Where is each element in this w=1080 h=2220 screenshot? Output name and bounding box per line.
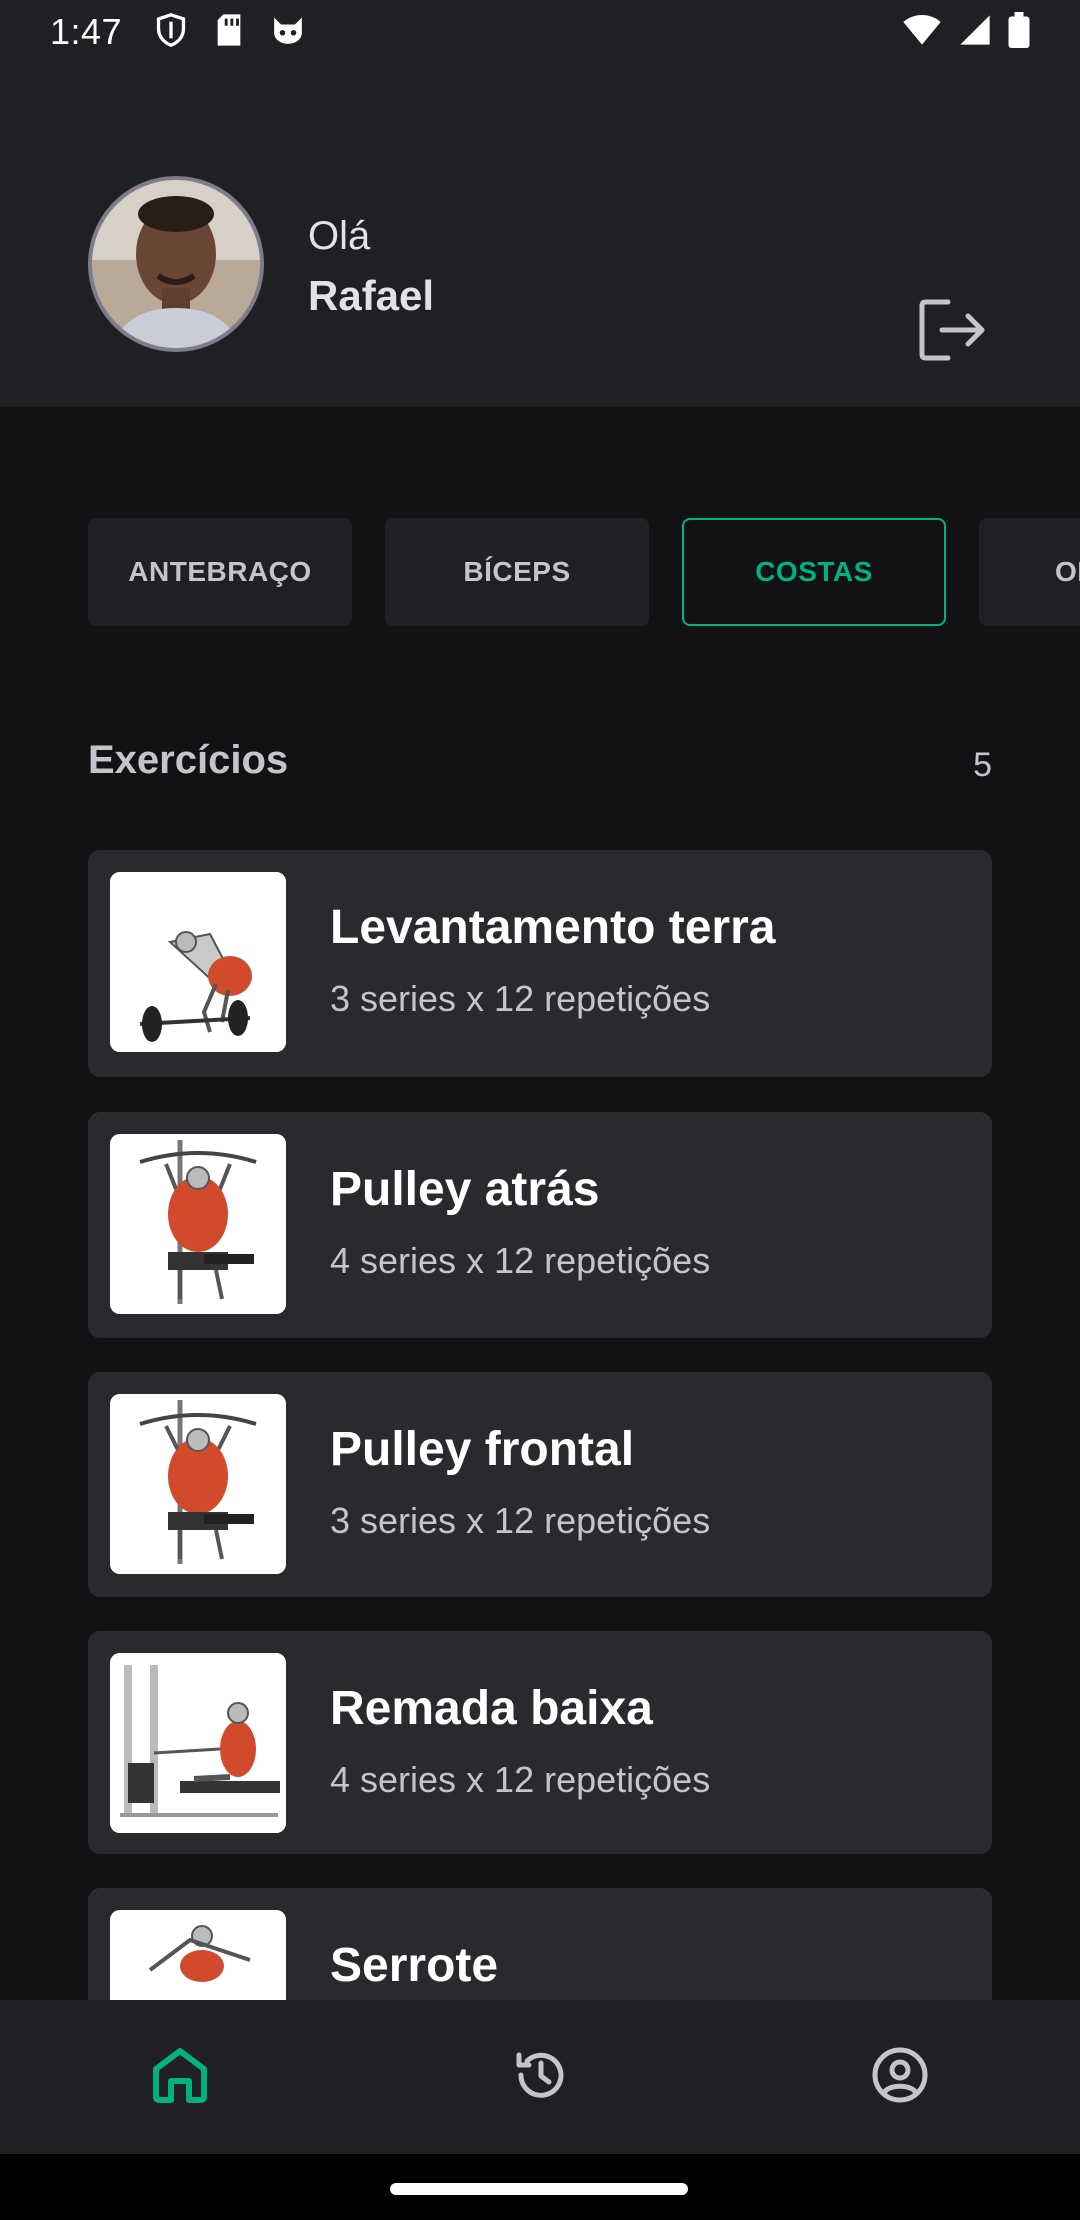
exercise-card[interactable]: Pulley frontal 3 series x 12 repetições: [88, 1372, 992, 1597]
chip-costas[interactable]: COSTAS: [682, 518, 946, 626]
signal-icon: [958, 14, 992, 51]
wifi-icon: [902, 14, 942, 51]
home-icon: [151, 2047, 209, 2108]
exercise-details: 3 series x 12 repetições: [330, 1500, 711, 1541]
status-bar: 1:47: [0, 0, 1080, 64]
exercise-details: 4 series x 12 repetições: [330, 1240, 711, 1281]
bottom-nav: [0, 2000, 1080, 2154]
nav-profile[interactable]: [720, 2000, 1080, 2154]
battery-icon: [1008, 11, 1030, 53]
avatar[interactable]: [88, 176, 264, 352]
chip-ombros[interactable]: OMBROS: [979, 518, 1080, 626]
muscle-group-filter: ANTEBRAÇO BÍCEPS COSTAS OMBROS: [88, 518, 1080, 626]
exercise-card[interactable]: Remada baixa 4 series x 12 repetições: [88, 1631, 992, 1854]
exercise-details: 4 series x 12 repetições: [330, 1759, 711, 1800]
history-icon: [511, 2047, 569, 2108]
sd-card-icon: [214, 13, 244, 52]
exercise-name: Levantamento terra: [330, 901, 776, 954]
exercise-thumbnail: [110, 1134, 286, 1314]
profile-header: Olá Rafael: [0, 64, 1080, 407]
section-title: Exercícios: [88, 738, 289, 782]
home-indicator[interactable]: [390, 2183, 688, 2195]
exercise-name: Pulley atrás: [330, 1163, 600, 1216]
exercise-details: 3 series x 12 repetições: [330, 978, 711, 1019]
exercise-thumbnail: [110, 1653, 286, 1833]
profile-icon: [871, 2046, 929, 2109]
user-name: Rafael: [308, 272, 435, 319]
chip-antebraco[interactable]: ANTEBRAÇO: [88, 518, 352, 626]
nav-history[interactable]: [360, 2000, 720, 2154]
cat-face-icon: [270, 13, 306, 52]
chip-biceps[interactable]: BÍCEPS: [385, 518, 649, 626]
status-time: 1:47: [50, 11, 123, 52]
exercise-count: 5: [973, 746, 992, 784]
logout-icon: [918, 298, 988, 367]
shield-icon: [154, 12, 188, 53]
exercise-card[interactable]: Pulley atrás 4 series x 12 repetições: [88, 1112, 992, 1338]
exercise-card[interactable]: Levantamento terra 3 series x 12 repetiç…: [88, 850, 992, 1077]
logout-button[interactable]: [910, 289, 996, 375]
app-screen: 1:47 Olá Rafael ANTEBRAÇO BÍCEPS COSTAS …: [0, 0, 1080, 2220]
exercise-name: Remada baixa: [330, 1682, 653, 1735]
greeting-text: Olá: [308, 214, 371, 258]
nav-home[interactable]: [0, 2000, 360, 2154]
exercise-name: Serrote: [330, 1939, 499, 1992]
exercise-thumbnail: [110, 1394, 286, 1574]
exercise-thumbnail: [110, 872, 286, 1052]
exercise-name: Pulley frontal: [330, 1423, 635, 1476]
